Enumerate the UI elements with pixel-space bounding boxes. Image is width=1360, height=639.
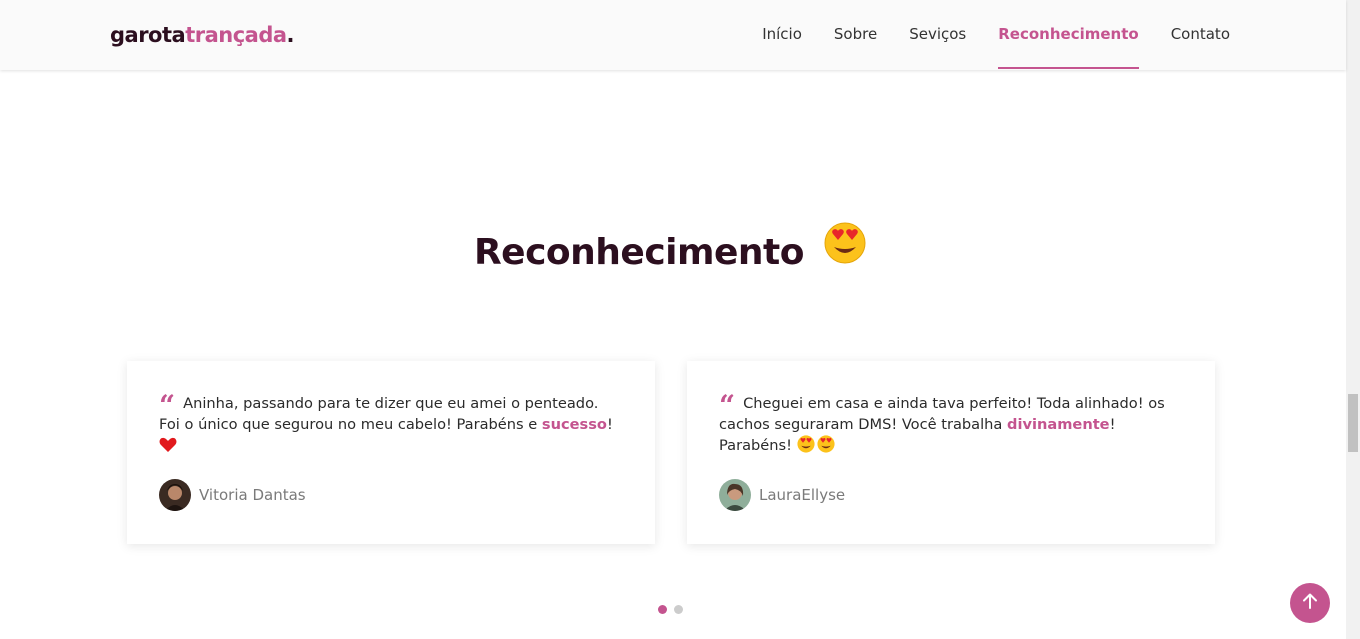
red-heart-icon [159,437,177,459]
testimonial-text: “Aninha, passando para te dizer que eu a… [159,392,623,459]
testimonial-card: “Cheguei em casa e ainda tava perfeito! … [687,361,1215,544]
carousel-pagination [658,605,690,614]
logo[interactable]: garotatrançada. [110,20,295,50]
nav-contato[interactable]: Contato [1171,0,1230,69]
testimonial-text-after: ! [606,416,613,433]
testimonial-card: “Aninha, passando para te dizer que eu a… [127,361,655,544]
testimonial-author: LauraEllyse [719,479,1183,511]
back-to-top-button[interactable] [1290,583,1330,623]
main-nav: Início Sobre Seviços Reconhecimento Cont… [730,0,1230,70]
logo-part-3: . [286,23,295,47]
testimonial-text: “Cheguei em casa e ainda tava perfeito! … [719,392,1183,459]
arrow-up-icon [1300,591,1320,615]
site-header: garotatrançada. Início Sobre Seviços Rec… [0,0,1346,70]
nav-sobre[interactable]: Sobre [834,0,877,69]
scrollbar-thumb[interactable] [1348,394,1358,452]
avatar [719,479,751,511]
nav-reconhecimento[interactable]: Reconhecimento [998,0,1140,69]
testimonial-highlight: sucesso [541,416,607,433]
author-name: Vitoria Dantas [199,486,306,504]
heart-eyes-icon [797,435,815,459]
nav-inicio[interactable]: Início [762,0,802,69]
logo-part-1: garota [110,23,186,47]
author-name: LauraEllyse [759,486,846,504]
avatar [159,479,191,511]
logo-part-2: trançada [185,23,287,47]
pagination-dot-2[interactable] [674,605,683,614]
heart-eyes-icon [824,222,866,278]
pagination-dot-1[interactable] [658,605,667,614]
section-title-text: Reconhecimento [473,232,805,273]
section-title: Reconhecimento [0,222,1340,278]
testimonial-author: Vitoria Dantas [159,479,623,511]
nav-servicos[interactable]: Seviços [909,0,966,69]
testimonial-text-before: Aninha, passando para te dizer que eu am… [159,395,599,433]
testimonial-highlight: divinamente [1007,416,1110,433]
vertical-scrollbar[interactable] [1346,0,1360,639]
heart-eyes-icon [817,435,835,459]
page: garotatrançada. Início Sobre Seviços Rec… [0,0,1360,639]
